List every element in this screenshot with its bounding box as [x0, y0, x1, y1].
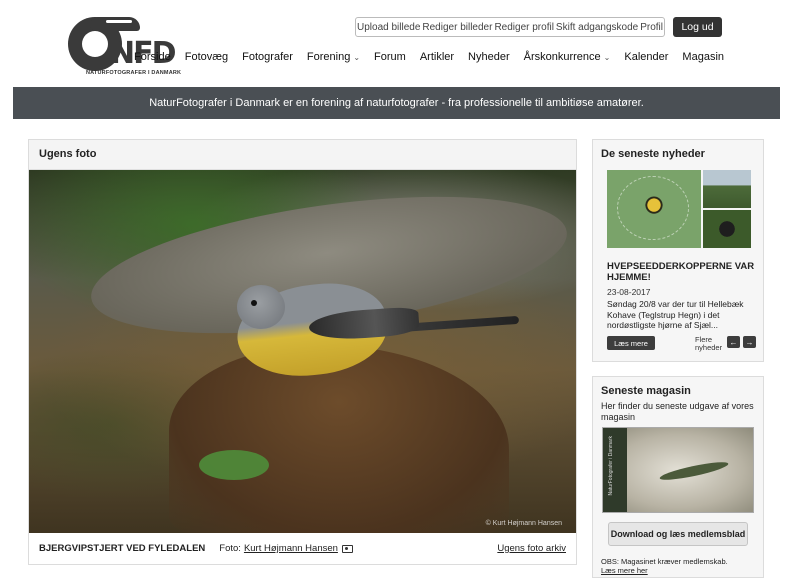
- spider-web: [617, 176, 689, 240]
- news-image-photographer: [703, 210, 751, 248]
- read-more-button[interactable]: Læs mere: [607, 336, 655, 350]
- nav-item-kalender[interactable]: Kalender: [624, 51, 668, 63]
- badger-stripe: [106, 20, 132, 23]
- main-navigation: Forside Fotovæg Fotografer Forening ⌄ For…: [134, 51, 724, 63]
- logo-subtitle: NATURFOTOGRAFER I DANMARK: [86, 70, 182, 76]
- nav-label: Magasin: [682, 51, 724, 63]
- chevron-down-icon: ⌄: [353, 52, 361, 62]
- nav-label: Artikler: [419, 51, 455, 63]
- download-magazine-button[interactable]: Download og læs medlemsblad: [608, 522, 748, 546]
- photo-watermark: © Kurt Højmann Hansen: [485, 520, 562, 527]
- weekly-photo-card: Ugens foto © Kurt Højmann Hansen BJERGVI…: [28, 139, 577, 565]
- nav-item-artikler[interactable]: Artikler: [420, 51, 454, 63]
- weekly-photo-header: Ugens foto: [29, 140, 576, 170]
- logo-hole: [82, 31, 108, 57]
- logout-button[interactable]: Log ud: [673, 17, 722, 37]
- membership-note: OBS: Magasinet kræver medlemskab. Læs me…: [601, 557, 757, 575]
- nav-label: Forum: [374, 51, 406, 63]
- chevron-down-icon: ⌄: [603, 52, 611, 62]
- cover-spine: NaturFotografer i Danmark: [603, 428, 627, 512]
- more-news-label: Flere nyheder: [695, 335, 723, 352]
- user-toolbar: Upload billede Rediger billeder Rediger …: [355, 17, 665, 37]
- prev-arrow-icon[interactable]: ←: [727, 336, 740, 348]
- nav-item-fotografer[interactable]: Fotografer: [242, 51, 293, 63]
- news-excerpt: Søndag 20/8 var der tur til Hellebæk Koh…: [607, 299, 744, 330]
- news-image[interactable]: [607, 170, 751, 248]
- next-arrow-icon[interactable]: →: [743, 336, 756, 348]
- gallery-icon[interactable]: [341, 544, 353, 553]
- change-password-link[interactable]: Skift adgangskode: [556, 22, 638, 33]
- nav-item-forening[interactable]: Forening ⌄: [307, 51, 360, 63]
- nav-item-forum[interactable]: Forum: [374, 51, 406, 63]
- nav-item-fotovaeg[interactable]: Fotovæg: [185, 51, 228, 63]
- membership-note-text: OBS: Magasinet kræver medlemskab.: [601, 557, 728, 566]
- photographer-link[interactable]: Kurt Højmann Hansen: [244, 543, 338, 554]
- photo-credit-label: Foto:: [219, 543, 241, 554]
- magazine-description: Her finder du seneste udgave af vores ma…: [601, 401, 754, 422]
- latest-magazine-panel: Seneste magasin Her finder du seneste ud…: [592, 376, 764, 578]
- news-image-group: [703, 170, 751, 208]
- latest-news-panel: De seneste nyheder HVEPSEEDDERKOPPERNE V…: [592, 139, 764, 362]
- nav-item-aarskonkurrence[interactable]: Årskonkurrence ⌄: [524, 51, 611, 63]
- profile-link[interactable]: Profil: [640, 22, 663, 33]
- intro-banner: NaturFotografer i Danmark er en forening…: [13, 87, 780, 119]
- nav-label: Kalender: [624, 51, 669, 63]
- bird-eye: [251, 300, 257, 306]
- weekly-photo-footer: BJERGVIPSTJERT VED FYLEDALEN Foto: Kurt …: [29, 533, 576, 564]
- cover-spine-text: NaturFotografer i Danmark: [608, 436, 614, 496]
- nav-item-magasin[interactable]: Magasin: [682, 51, 724, 63]
- news-title[interactable]: HVEPSEEDDERKOPPERNE VAR HJEMME!: [607, 261, 757, 283]
- upload-image-link[interactable]: Upload billede: [357, 22, 420, 33]
- read-more-here-link[interactable]: Læs mere her: [601, 566, 757, 575]
- news-header: De seneste nyheder: [601, 148, 705, 160]
- magazine-header: Seneste magasin: [601, 385, 691, 397]
- nav-label: Forening: [306, 51, 351, 63]
- weekly-photo-image[interactable]: © Kurt Højmann Hansen: [29, 170, 576, 533]
- nav-item-nyheder[interactable]: Nyheder: [468, 51, 510, 63]
- edit-profile-link[interactable]: Rediger profil: [494, 22, 553, 33]
- news-date: 23-08-2017: [607, 287, 651, 297]
- weekly-photo-archive-link[interactable]: Ugens foto arkiv: [497, 543, 566, 554]
- nav-label: Fotografer: [242, 51, 293, 63]
- site-logo[interactable]: NFD NATURFOTOGRAFER I DANMARK: [66, 15, 181, 79]
- nav-label: Forside: [134, 51, 171, 63]
- photo-plant: [199, 450, 269, 480]
- bird-head: [237, 285, 285, 329]
- magazine-cover[interactable]: NaturFotografer i Danmark: [602, 427, 754, 513]
- news-image-spider: [607, 170, 701, 248]
- edit-images-link[interactable]: Rediger billeder: [422, 22, 492, 33]
- nav-label: Fotovæg: [184, 51, 229, 63]
- nav-label: Nyheder: [468, 51, 510, 63]
- nav-label: Årskonkurrence: [523, 51, 601, 63]
- nav-item-forside[interactable]: Forside: [134, 51, 171, 63]
- photo-caption: BJERGVIPSTJERT VED FYLEDALEN: [39, 543, 206, 554]
- photo-moss: [169, 345, 509, 533]
